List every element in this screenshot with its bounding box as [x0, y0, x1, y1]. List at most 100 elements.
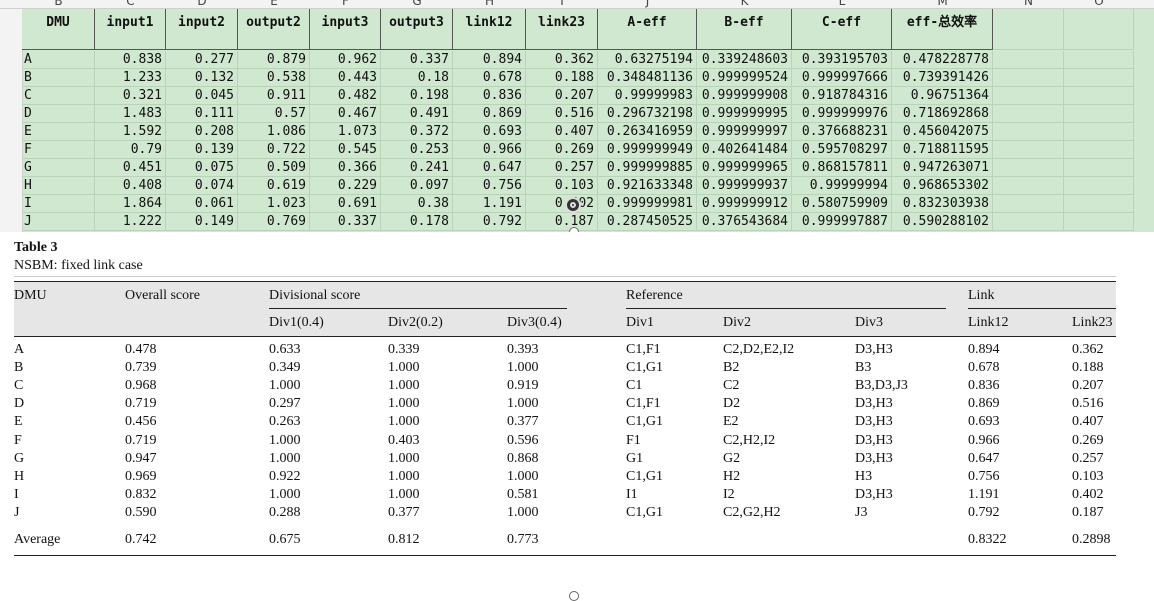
- sheet-value-cell[interactable]: 0.538: [238, 69, 310, 87]
- sheet-value-cell[interactable]: 0.18: [381, 69, 453, 87]
- column-letter[interactable]: K: [697, 0, 792, 8]
- column-letter[interactable]: F: [310, 0, 381, 8]
- sheet-header-cell[interactable]: link23: [526, 8, 598, 50]
- sheet-value-cell[interactable]: 0.879: [238, 51, 310, 69]
- sheet-value-cell[interactable]: 0.482: [310, 87, 381, 105]
- column-letter[interactable]: G: [381, 0, 453, 8]
- sheet-value-cell[interactable]: 0.339248603: [697, 51, 792, 69]
- sheet-value-cell[interactable]: 0.693: [453, 123, 526, 141]
- sheet-empty-cell[interactable]: [1064, 159, 1134, 177]
- sheet-value-cell[interactable]: 0.103: [526, 177, 598, 195]
- sheet-value-cell[interactable]: 0.999999937: [697, 177, 792, 195]
- sheet-empty-cell[interactable]: [1064, 87, 1134, 105]
- sheet-value-cell[interactable]: 0.509: [238, 159, 310, 177]
- sheet-dmu-cell[interactable]: J: [22, 213, 95, 231]
- sheet-value-cell[interactable]: 0.451: [95, 159, 166, 177]
- column-letter[interactable]: B: [22, 0, 95, 8]
- sheet-value-cell[interactable]: 0.38: [381, 195, 453, 213]
- sheet-value-cell[interactable]: 0.999999965: [697, 159, 792, 177]
- sheet-value-cell[interactable]: 0.918784316: [792, 87, 892, 105]
- sheet-value-cell[interactable]: 0.097: [381, 177, 453, 195]
- sheet-value-cell[interactable]: 0.467: [310, 105, 381, 123]
- sheet-value-cell[interactable]: 0.253: [381, 141, 453, 159]
- sheet-value-cell[interactable]: 0.580759909: [792, 195, 892, 213]
- sheet-header-cell[interactable]: input1: [95, 8, 166, 50]
- sheet-value-cell[interactable]: 0.739391426: [892, 69, 993, 87]
- sheet-value-cell[interactable]: 0.999997887: [792, 213, 892, 231]
- sheet-empty-cell[interactable]: [993, 159, 1064, 177]
- sheet-dmu-cell[interactable]: D: [22, 105, 95, 123]
- sheet-value-cell[interactable]: 1.086: [238, 123, 310, 141]
- sheet-value-cell[interactable]: 0.443: [310, 69, 381, 87]
- sheet-value-cell[interactable]: 0.257: [526, 159, 598, 177]
- column-letter[interactable]: H: [453, 0, 526, 8]
- sheet-header-cell[interactable]: link12: [453, 8, 526, 50]
- sheet-value-cell[interactable]: 0.061: [166, 195, 238, 213]
- sheet-value-cell[interactable]: 1.592: [95, 123, 166, 141]
- sheet-value-cell[interactable]: 1.864: [95, 195, 166, 213]
- sheet-value-cell[interactable]: 0.894: [453, 51, 526, 69]
- sheet-value-cell[interactable]: 0.999999976: [792, 105, 892, 123]
- sheet-value-cell[interactable]: 0.402: [526, 195, 598, 213]
- sheet-dmu-cell[interactable]: G: [22, 159, 95, 177]
- sheet-value-cell[interactable]: 0.722: [238, 141, 310, 159]
- sheet-empty-cell[interactable]: [1064, 177, 1134, 195]
- sheet-value-cell[interactable]: 0.393195703: [792, 51, 892, 69]
- sheet-value-cell[interactable]: 0.366: [310, 159, 381, 177]
- sheet-value-cell[interactable]: 0.277: [166, 51, 238, 69]
- sheet-value-cell[interactable]: 0.999999912: [697, 195, 792, 213]
- sheet-value-cell[interactable]: 0.207: [526, 87, 598, 105]
- sheet-value-cell[interactable]: 0.999999949: [598, 141, 697, 159]
- sheet-header-cell[interactable]: input3: [310, 8, 381, 50]
- sheet-value-cell[interactable]: 0.075: [166, 159, 238, 177]
- sheet-value-cell[interactable]: 0.966: [453, 141, 526, 159]
- sheet-value-cell[interactable]: 0.999997666: [792, 69, 892, 87]
- sheet-value-cell[interactable]: 0.595708297: [792, 141, 892, 159]
- sheet-value-cell[interactable]: 0.478228778: [892, 51, 993, 69]
- sheet-value-cell[interactable]: 0.045: [166, 87, 238, 105]
- sheet-empty-cell[interactable]: [1064, 213, 1134, 231]
- sheet-value-cell[interactable]: 0.149: [166, 213, 238, 231]
- sheet-value-cell[interactable]: 0.718811595: [892, 141, 993, 159]
- sheet-value-cell[interactable]: 0.999999908: [697, 87, 792, 105]
- sheet-empty-cell[interactable]: [993, 195, 1064, 213]
- sheet-dmu-cell[interactable]: B: [22, 69, 95, 87]
- sheet-value-cell[interactable]: 0.241: [381, 159, 453, 177]
- sheet-empty-cell[interactable]: [1064, 141, 1134, 159]
- sheet-value-cell[interactable]: 0.590288102: [892, 213, 993, 231]
- sheet-value-cell[interactable]: 0.832303938: [892, 195, 993, 213]
- sheet-value-cell[interactable]: 1.483: [95, 105, 166, 123]
- sheet-empty-cell[interactable]: [1064, 105, 1134, 123]
- sheet-value-cell[interactable]: 0.208: [166, 123, 238, 141]
- column-letter[interactable]: J: [598, 0, 697, 8]
- sheet-empty-cell[interactable]: [993, 141, 1064, 159]
- sheet-value-cell[interactable]: 1.233: [95, 69, 166, 87]
- sheet-value-cell[interactable]: 0.111: [166, 105, 238, 123]
- sheet-value-cell[interactable]: 0.178: [381, 213, 453, 231]
- column-letter[interactable]: D: [166, 0, 238, 8]
- column-letter[interactable]: E: [238, 0, 310, 8]
- column-letter[interactable]: O: [1064, 0, 1134, 8]
- sheet-value-cell[interactable]: 1.222: [95, 213, 166, 231]
- sheet-value-cell[interactable]: 0.408: [95, 177, 166, 195]
- sheet-value-cell[interactable]: 0.691: [310, 195, 381, 213]
- sheet-value-cell[interactable]: 0.139: [166, 141, 238, 159]
- sheet-value-cell[interactable]: 0.63275194: [598, 51, 697, 69]
- sheet-value-cell[interactable]: 0.999999885: [598, 159, 697, 177]
- sheet-value-cell[interactable]: 0.321: [95, 87, 166, 105]
- sheet-empty-cell[interactable]: [1064, 195, 1134, 213]
- column-letter[interactable]: L: [792, 0, 892, 8]
- sheet-value-cell[interactable]: 0.836: [453, 87, 526, 105]
- column-letter[interactable]: M: [892, 0, 993, 8]
- column-letter[interactable]: C: [95, 0, 166, 8]
- sheet-empty-cell[interactable]: [1064, 51, 1134, 69]
- sheet-empty-cell[interactable]: [993, 51, 1064, 69]
- sheet-value-cell[interactable]: 0.516: [526, 105, 598, 123]
- sheet-value-cell[interactable]: 0.999999981: [598, 195, 697, 213]
- sheet-value-cell[interactable]: 0.074: [166, 177, 238, 195]
- sheet-value-cell[interactable]: 0.491: [381, 105, 453, 123]
- sheet-value-cell[interactable]: 0.968653302: [892, 177, 993, 195]
- sheet-header-cell[interactable]: input2: [166, 8, 238, 50]
- sheet-empty-cell[interactable]: [993, 213, 1064, 231]
- sheet-value-cell[interactable]: 0.337: [381, 51, 453, 69]
